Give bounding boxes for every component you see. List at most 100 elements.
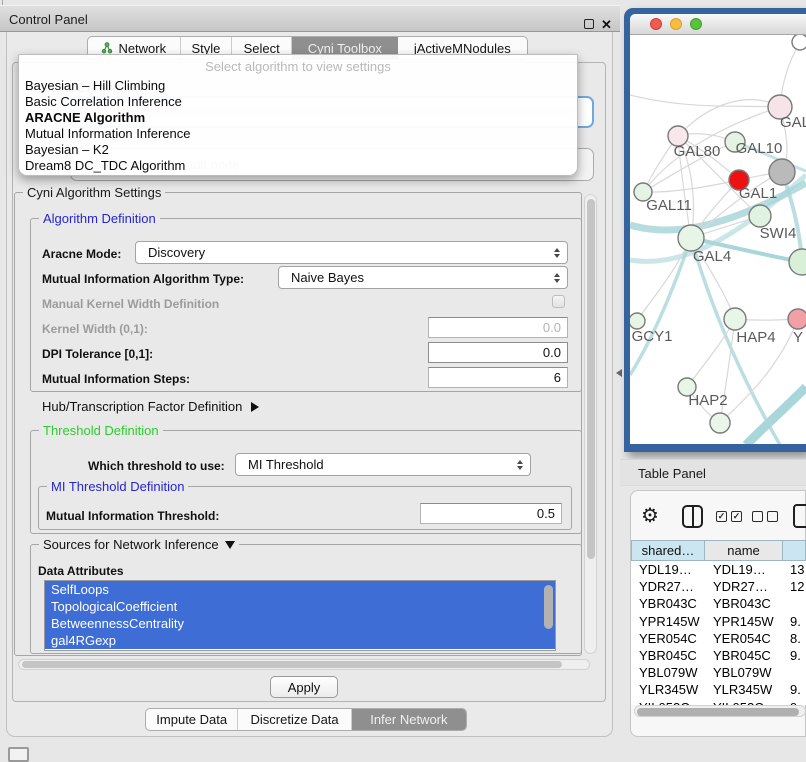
table-row[interactable]: YDR27…YDR27…12: [631, 578, 806, 595]
network-node-label: HAP2: [688, 392, 727, 409]
mi-threshold-field[interactable]: 0.5: [420, 503, 562, 524]
table-cell: 8.: [783, 631, 801, 646]
control-panel-title: Control Panel: [9, 12, 88, 27]
data-attributes-list: SelfLoopsTopologicalCoefficientBetweenne…: [44, 580, 556, 651]
table-cell: YBR043C: [705, 596, 783, 611]
mi-steps-value: 6: [554, 370, 561, 385]
table-row[interactable]: YPR145WYPR145W9.: [631, 613, 806, 630]
float-panel-icon[interactable]: [584, 19, 594, 29]
apply-button[interactable]: Apply: [270, 676, 338, 698]
data-attribute-item[interactable]: SelfLoops: [45, 581, 555, 598]
export-table-icon[interactable]: [793, 504, 806, 528]
network-node-right-green[interactable]: [789, 249, 806, 275]
horizontal-scrollbar-thumb[interactable]: [22, 661, 562, 668]
checked-box-icon: ✓: [731, 511, 742, 522]
table-rows-container: YDL19…YDL19…13YDR27…YDR27…12YBR043CYBR04…: [631, 561, 806, 705]
column-header-name[interactable]: name: [704, 540, 783, 561]
table-cell: YDL19…: [631, 562, 705, 577]
settings-scrollbar-thumb[interactable]: [587, 199, 595, 559]
table-row[interactable]: YDL19…YDL19…13: [631, 561, 806, 578]
settings-vertical-scrollbar[interactable]: [584, 194, 597, 654]
mi-steps-field[interactable]: 6: [428, 367, 568, 388]
kernel-width-field[interactable]: 0.0: [428, 317, 568, 338]
algorithm-definition-title: Algorithm Definition: [39, 211, 160, 226]
table-scrollbar-thumb[interactable]: [637, 708, 799, 716]
network-node-GCY1[interactable]: [630, 313, 645, 329]
column-header-shared-name[interactable]: shared…: [631, 540, 705, 561]
tab-impute-data[interactable]: Impute Data: [146, 709, 238, 730]
table-cell: 9.: [783, 614, 801, 629]
kernel-width-label: Kernel Width (0,1):: [42, 322, 148, 336]
data-attribute-item[interactable]: gal4RGexp: [45, 632, 555, 649]
deselect-all-rows-icon[interactable]: [752, 511, 778, 522]
data-attribute-item[interactable]: BetweennessCentrality: [45, 615, 555, 632]
table-row[interactable]: YLR345WYLR345W9.: [631, 681, 806, 698]
network-node-label: GAL: [780, 114, 806, 131]
table-cell: YLR345W: [705, 682, 783, 697]
attributes-scrollbar-thumb[interactable]: [544, 585, 553, 629]
table-row[interactable]: YBL079WYBL079W: [631, 664, 806, 681]
network-node-HAP4[interactable]: [724, 308, 746, 330]
network-window-titlebar[interactable]: [630, 14, 806, 35]
tab-infer-network-label: Infer Network: [370, 712, 447, 727]
select-all-rows-icon[interactable]: ✓ ✓: [716, 511, 742, 522]
network-node-salmon[interactable]: [788, 309, 806, 329]
table-cell: YBR045C: [631, 648, 705, 663]
mi-threshold-definition-title: MI Threshold Definition: [47, 479, 188, 494]
network-node-gray[interactable]: [769, 159, 795, 185]
minimized-panel-icon[interactable]: [8, 747, 29, 762]
control-panel-titlebar: Control Panel ✕: [0, 5, 620, 32]
which-threshold-value: MI Threshold: [248, 457, 324, 472]
column-header-label: shared…: [642, 543, 695, 558]
algorithm-popup-list: Bayesian – Hill ClimbingBasic Correlatio…: [19, 78, 577, 174]
which-threshold-combobox[interactable]: MI Threshold: [235, 453, 531, 476]
mi-steps-label: Mutual Information Steps:: [42, 372, 190, 386]
column-header-label: name: [727, 543, 760, 558]
table-horizontal-scrollbar[interactable]: [634, 705, 806, 717]
network-node-label: GCY1: [632, 328, 673, 345]
algorithm-option[interactable]: Mutual Information Inference: [19, 126, 577, 142]
algorithm-option[interactable]: Bayesian – K2: [19, 142, 577, 158]
data-attributes-label: Data Attributes: [38, 564, 124, 578]
algorithm-option[interactable]: ARACNE Algorithm: [19, 110, 577, 126]
table-settings-gear-icon[interactable]: ⚙: [641, 503, 659, 528]
network-node-bottom-green[interactable]: [710, 413, 730, 433]
network-node-label: GAL80: [674, 143, 721, 160]
close-panel-icon[interactable]: ✕: [601, 17, 612, 33]
algorithm-option[interactable]: Basic Correlation Inference: [19, 94, 577, 110]
table-row[interactable]: YER054CYER054C8.: [631, 630, 806, 647]
network-node-label: GAL4: [693, 248, 731, 265]
algorithm-option[interactable]: Bayesian – Hill Climbing: [19, 78, 577, 94]
aracne-mode-combobox[interactable]: Discovery: [135, 241, 568, 264]
manual-kernel-width-checkbox[interactable]: [552, 295, 565, 308]
table-row[interactable]: YBR043CYBR043C: [631, 595, 806, 612]
close-traffic-light[interactable]: [650, 18, 662, 30]
settings-horizontal-scrollbar[interactable]: [18, 659, 590, 670]
spinner-icon: [517, 460, 523, 470]
table-cell: YBL079W: [705, 665, 783, 680]
column-header-partial[interactable]: [782, 540, 806, 561]
tab-infer-network[interactable]: Infer Network: [352, 709, 466, 730]
hub-definition-toggle[interactable]: Hub/Transcription Factor Definition: [42, 399, 259, 414]
data-attribute-item[interactable]: TopologicalCoefficient: [45, 598, 555, 615]
table-row[interactable]: YBR045CYBR045C9.: [631, 647, 806, 664]
table-cell: YDL19…: [705, 562, 783, 577]
algorithm-option[interactable]: Dream8 DC_TDC Algorithm: [19, 158, 577, 174]
dpi-tolerance-field[interactable]: 0.0: [428, 342, 568, 363]
tab-discretize-data[interactable]: Discretize Data: [238, 709, 351, 730]
sources-group-title[interactable]: Sources for Network Inference: [39, 537, 239, 552]
network-node-top-outline[interactable]: [792, 35, 806, 50]
table-cell: YBL079W: [631, 665, 705, 680]
network-node-GAL1[interactable]: [749, 205, 771, 227]
mi-algorithm-type-combobox[interactable]: Naive Bayes: [278, 266, 568, 289]
manual-kernel-width-label: Manual Kernel Width Definition: [42, 297, 219, 311]
aracne-mode-value: Discovery: [148, 245, 205, 260]
zoom-traffic-light[interactable]: [690, 18, 702, 30]
dpi-tolerance-value: 0.0: [543, 345, 561, 360]
column-selector-icon[interactable]: [682, 505, 703, 528]
panel-splitter-handle[interactable]: [616, 369, 622, 377]
table-panel-titlebar: Table Panel: [620, 459, 806, 486]
minimize-traffic-light[interactable]: [670, 18, 682, 30]
network-edge: [630, 95, 780, 107]
network-canvas-container[interactable]: GALGAL80GAL10GAL1GAL11SWI4GAL4GCY1HAP4YH…: [630, 35, 806, 444]
